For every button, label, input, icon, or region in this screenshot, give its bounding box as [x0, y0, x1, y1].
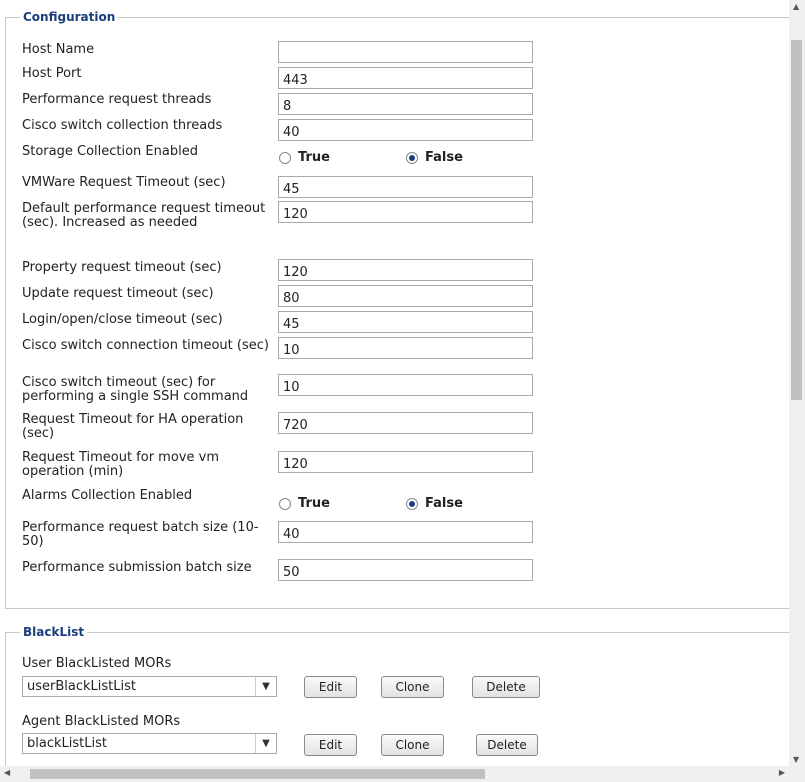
agent-blacklist-select[interactable]: blackListList ▼ — [22, 733, 277, 754]
storage-collection-radios: True False — [279, 150, 529, 168]
arrow-up-icon[interactable]: ▲ — [793, 2, 799, 11]
user-delete-button[interactable]: Delete — [472, 676, 540, 698]
radio-false-label: False — [425, 496, 463, 511]
horizontal-scrollbar[interactable]: ◀ ▶ — [0, 766, 789, 782]
storage-true-radio[interactable]: True — [279, 150, 330, 165]
radio-circle[interactable] — [279, 151, 291, 164]
property-timeout-input[interactable] — [278, 259, 533, 281]
move-vm-timeout-input[interactable] — [278, 451, 533, 473]
perf-submission-batch-input[interactable] — [278, 559, 533, 581]
storage-false-radio[interactable]: False — [406, 150, 463, 165]
radio-true-label: True — [298, 496, 330, 511]
user-blacklist-select[interactable]: userBlackListList ▼ — [22, 676, 277, 697]
settings-panel: Configuration Host Name Host Port Perfor… — [0, 0, 789, 766]
alarms-collection-radios: True False — [279, 496, 529, 514]
radio-false-label: False — [425, 150, 463, 165]
vmware-timeout-label: VMWare Request Timeout (sec) — [22, 175, 226, 190]
radio-true-label: True — [298, 150, 330, 165]
default-perf-timeout-input[interactable] — [278, 201, 533, 223]
agent-delete-button[interactable]: Delete — [476, 734, 538, 756]
host-port-input[interactable] — [278, 67, 533, 89]
perf-batch-size-input[interactable] — [278, 521, 533, 543]
host-port-label: Host Port — [22, 66, 82, 81]
perf-submission-batch-label: Performance submission batch size — [22, 560, 252, 575]
alarms-false-radio[interactable]: False — [406, 496, 463, 511]
perf-request-threads-input[interactable] — [278, 93, 533, 115]
cisco-ssh-timeout-label: Cisco switch timeout (sec) for performin… — [22, 375, 249, 404]
cisco-collection-threads-label: Cisco switch collection threads — [22, 118, 223, 133]
arrow-left-icon[interactable]: ◀ — [4, 768, 10, 777]
arrow-right-icon[interactable]: ▶ — [779, 768, 785, 777]
radio-circle-selected[interactable] — [406, 151, 418, 164]
perf-request-threads-label: Performance request threads — [22, 92, 212, 107]
vmware-timeout-input[interactable] — [278, 176, 533, 198]
login-timeout-input[interactable] — [278, 311, 533, 333]
alarms-collection-label: Alarms Collection Enabled — [22, 488, 193, 503]
horizontal-scroll-thumb[interactable] — [30, 769, 485, 779]
cisco-connection-timeout-label: Cisco switch connection timeout (sec) — [22, 338, 269, 353]
update-timeout-label: Update request timeout (sec) — [22, 286, 214, 301]
select-value: userBlackListList — [27, 679, 136, 694]
vertical-scrollbar[interactable]: ▲ ▼ — [789, 0, 805, 766]
blacklist-legend: BlackList — [20, 625, 88, 639]
agent-blacklist-label: Agent BlackListed MORs — [22, 714, 181, 729]
vertical-scroll-thumb[interactable] — [791, 40, 802, 400]
default-perf-timeout-label: Default performance request timeout (sec… — [22, 201, 266, 230]
chevron-down-icon[interactable]: ▼ — [255, 734, 276, 753]
cisco-ssh-timeout-input[interactable] — [278, 374, 533, 396]
cisco-collection-threads-input[interactable] — [278, 119, 533, 141]
alarms-true-radio[interactable]: True — [279, 496, 330, 511]
host-name-label: Host Name — [22, 42, 95, 57]
agent-clone-button[interactable]: Clone — [381, 734, 444, 756]
chevron-down-icon[interactable]: ▼ — [255, 677, 276, 696]
user-clone-button[interactable]: Clone — [381, 676, 444, 698]
ha-timeout-label: Request Timeout for HA operation (sec) — [22, 412, 244, 441]
radio-circle[interactable] — [279, 497, 291, 510]
storage-collection-label: Storage Collection Enabled — [22, 144, 198, 159]
login-timeout-label: Login/open/close timeout (sec) — [22, 312, 223, 327]
property-timeout-label: Property request timeout (sec) — [22, 260, 222, 275]
move-vm-timeout-label: Request Timeout for move vm operation (m… — [22, 450, 219, 479]
scroll-corner — [789, 766, 805, 782]
arrow-down-icon[interactable]: ▼ — [793, 755, 799, 764]
select-value: blackListList — [27, 736, 107, 751]
radio-circle-selected[interactable] — [406, 497, 418, 510]
cisco-connection-timeout-input[interactable] — [278, 337, 533, 359]
update-timeout-input[interactable] — [278, 285, 533, 307]
configuration-legend: Configuration — [20, 10, 119, 24]
user-edit-button[interactable]: Edit — [304, 676, 357, 698]
ha-timeout-input[interactable] — [278, 412, 533, 434]
agent-edit-button[interactable]: Edit — [304, 734, 357, 756]
user-blacklist-label: User BlackListed MORs — [22, 656, 172, 671]
perf-batch-size-label: Performance request batch size (10-50) — [22, 520, 259, 549]
host-name-input[interactable] — [278, 41, 533, 63]
